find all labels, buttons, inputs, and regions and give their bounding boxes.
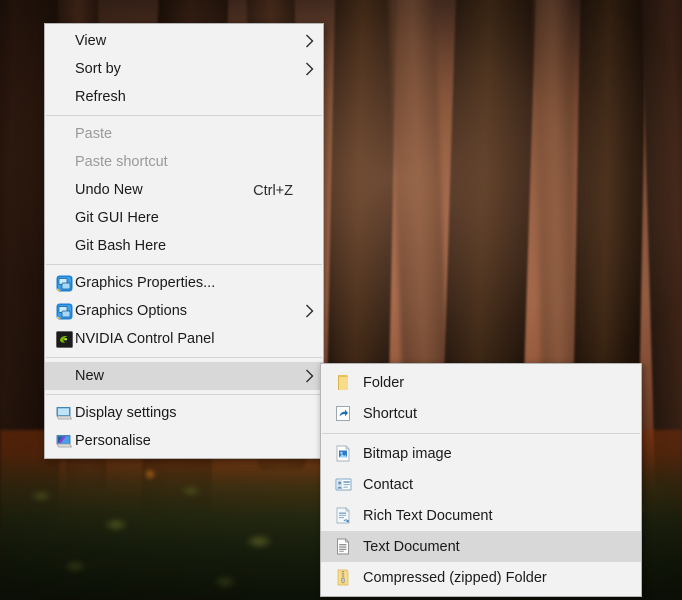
new-submenu[interactable]: Folder Shortcut Bitmap image Contact Ric… (320, 363, 642, 597)
menu-separator (46, 264, 322, 265)
menu-item-refresh[interactable]: Refresh (45, 83, 323, 111)
menu-item-graphics-options[interactable]: Graphics Options (45, 297, 323, 325)
menu-item-personalise[interactable]: Personalise (45, 427, 323, 455)
display-settings-icon (53, 405, 75, 422)
menu-item-label: Graphics Options (75, 303, 188, 319)
menu-item-new[interactable]: New (45, 362, 323, 390)
submenu-item-label: Shortcut (363, 405, 417, 422)
bitmap-image-icon (333, 445, 353, 462)
submenu-item-bitmap-image[interactable]: Bitmap image (321, 438, 641, 469)
submenu-item-rich-text-document[interactable]: Rich Text Document (321, 500, 641, 531)
menu-item-label: Undo New (75, 182, 143, 198)
submenu-item-text-document[interactable]: Text Document (321, 531, 641, 562)
intel-graphics-icon (53, 275, 75, 292)
menu-item-paste[interactable]: Paste (45, 120, 323, 148)
menu-bottom-padding (45, 455, 323, 458)
menu-item-paste-shortcut[interactable]: Paste shortcut (45, 148, 323, 176)
submenu-bottom-padding (321, 593, 641, 596)
menu-item-label: Graphics Properties... (75, 275, 216, 291)
menu-item-git-bash-here[interactable]: Git Bash Here (45, 232, 323, 260)
chevron-right-icon (301, 304, 317, 318)
personalise-icon (53, 433, 75, 450)
chevron-right-icon (301, 62, 317, 76)
text-document-icon (333, 538, 353, 555)
menu-item-label: Personalise (75, 433, 151, 449)
menu-item-view[interactable]: View (45, 27, 323, 55)
chevron-right-icon (301, 369, 317, 383)
submenu-item-contact[interactable]: Contact (321, 469, 641, 500)
submenu-item-shortcut[interactable]: Shortcut (321, 398, 641, 429)
shortcut-icon (333, 405, 353, 422)
menu-item-label: NVIDIA Control Panel (75, 331, 215, 347)
menu-item-label: Git GUI Here (75, 210, 159, 226)
menu-item-graphics-properties[interactable]: Graphics Properties... (45, 269, 323, 297)
menu-item-label: Display settings (75, 405, 177, 421)
submenu-item-label: Rich Text Document (363, 507, 493, 524)
menu-item-nvidia-control-panel[interactable]: NVIDIA Control Panel (45, 325, 323, 353)
nvidia-icon (53, 330, 75, 348)
contact-icon (333, 476, 353, 493)
submenu-item-label: Compressed (zipped) Folder (363, 569, 547, 586)
submenu-separator (322, 433, 640, 434)
intel-graphics-icon (53, 303, 75, 320)
submenu-item-label: Bitmap image (363, 445, 452, 462)
menu-item-label: Paste shortcut (75, 154, 168, 170)
zip-folder-icon (333, 569, 353, 586)
menu-item-sort-by[interactable]: Sort by (45, 55, 323, 83)
desktop-context-menu[interactable]: View Sort by Refresh Paste Paste shortcu… (44, 23, 324, 459)
menu-item-label: Sort by (75, 61, 121, 77)
menu-item-label: Git Bash Here (75, 238, 167, 254)
menu-item-label: Paste (75, 126, 113, 142)
menu-item-git-gui-here[interactable]: Git GUI Here (45, 204, 323, 232)
rich-text-icon (333, 507, 353, 524)
chevron-right-icon (301, 34, 317, 48)
submenu-item-label: Folder (363, 374, 405, 391)
menu-item-display-settings[interactable]: Display settings (45, 399, 323, 427)
submenu-item-label: Contact (363, 476, 413, 493)
menu-item-label: New (75, 368, 105, 384)
submenu-item-label: Text Document (363, 538, 460, 555)
menu-item-shortcut: Ctrl+Z (253, 182, 293, 199)
menu-separator (46, 394, 322, 395)
menu-item-label: View (75, 33, 107, 49)
submenu-item-folder[interactable]: Folder (321, 367, 641, 398)
submenu-item-compressed-zipped-folder[interactable]: Compressed (zipped) Folder (321, 562, 641, 593)
menu-separator (46, 357, 322, 358)
menu-separator (46, 115, 322, 116)
menu-item-label: Refresh (75, 89, 126, 105)
folder-icon (333, 374, 353, 391)
menu-item-undo-new[interactable]: Undo New Ctrl+Z (45, 176, 323, 204)
desktop[interactable]: View Sort by Refresh Paste Paste shortcu… (0, 0, 682, 600)
